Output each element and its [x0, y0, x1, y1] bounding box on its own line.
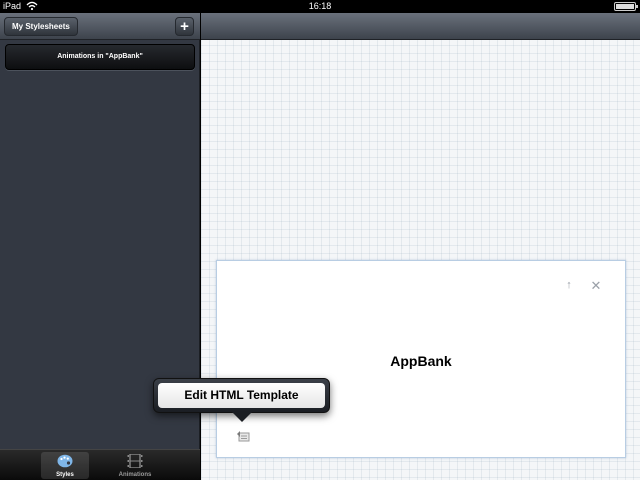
popover-arrow: [232, 412, 252, 422]
stylesheet-item[interactable]: Animations in "AppBank": [5, 44, 195, 70]
status-bar: iPad 16:18: [0, 0, 640, 13]
film-icon: [127, 454, 143, 468]
template-icon[interactable]: [237, 431, 251, 443]
status-time: 16:18: [308, 1, 332, 11]
tab-animations-label: Animations: [118, 472, 152, 478]
template-popover: Edit HTML Template: [153, 378, 330, 422]
tab-animations[interactable]: Animations: [111, 452, 159, 479]
card-title: AppBank: [390, 353, 452, 369]
arrow-up-icon[interactable]: ↑: [564, 279, 574, 293]
content-card[interactable]: ↑ ✕ AppBank: [216, 260, 626, 458]
my-stylesheets-button[interactable]: My Stylesheets: [4, 17, 78, 36]
add-button[interactable]: +: [175, 17, 194, 36]
edit-html-template-button[interactable]: Edit HTML Template: [158, 383, 325, 408]
palette-icon: [57, 454, 73, 468]
tab-styles[interactable]: Styles: [41, 452, 89, 479]
battery-icon: [614, 2, 638, 11]
canvas-toolbar: [201, 13, 640, 40]
close-icon[interactable]: ✕: [590, 278, 602, 293]
sidebar-header: My Stylesheets +: [0, 13, 200, 40]
tab-styles-label: Styles: [56, 472, 74, 478]
tab-bar: Styles Animations: [0, 449, 200, 480]
